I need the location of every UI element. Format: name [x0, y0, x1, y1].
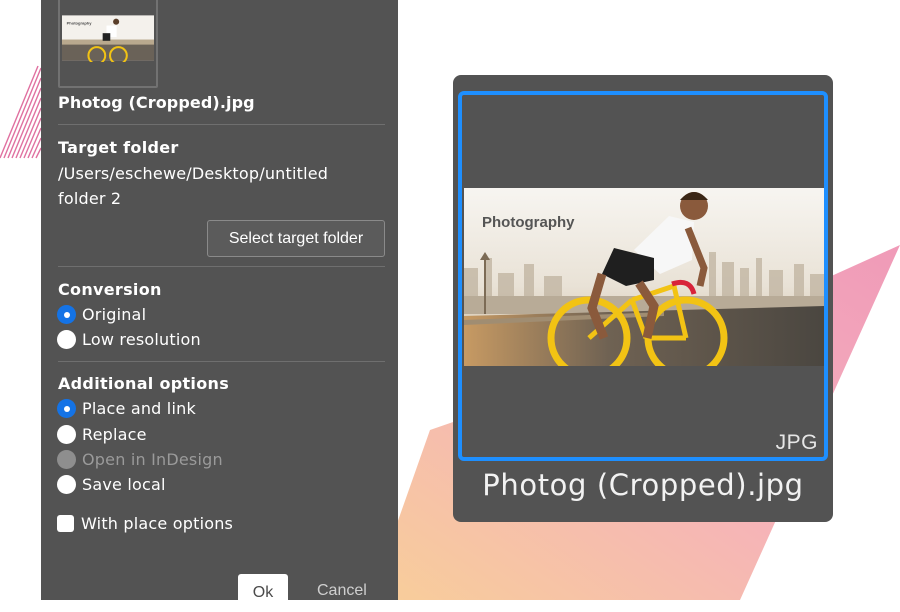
with-place-options-checkbox[interactable]: With place options — [57, 514, 233, 533]
divider — [58, 266, 385, 267]
conversion-option-original[interactable]: Original — [57, 305, 146, 324]
additional-option-replace[interactable]: Replace — [57, 425, 147, 444]
radio-selected-icon[interactable] — [57, 305, 76, 324]
select-target-folder-button[interactable]: Select target folder — [207, 220, 385, 257]
radio-unselected-icon[interactable] — [57, 425, 76, 444]
preview-photo: Photography — [464, 188, 824, 366]
conversion-option-low-resolution[interactable]: Low resolution — [57, 330, 201, 349]
target-folder-path-line: folder 2 — [58, 189, 122, 208]
target-folder-path-line: /Users/eschewe/Desktop/untitled — [58, 164, 329, 183]
additional-option-place-and-link[interactable]: Place and link — [57, 399, 196, 418]
cancel-button[interactable]: Cancel — [317, 582, 367, 600]
preview-file-name: Photog (Cropped).jpg — [482, 468, 804, 502]
radio-unselected-icon[interactable] — [57, 330, 76, 349]
ok-button[interactable]: Ok — [238, 574, 288, 608]
option-label: Save local — [82, 475, 166, 494]
checkbox-icon[interactable] — [57, 515, 74, 532]
option-label: Low resolution — [82, 330, 201, 349]
divider — [58, 361, 385, 362]
file-thumbnail[interactable]: Photography — [58, 0, 158, 88]
radio-unselected-icon[interactable] — [57, 475, 76, 494]
target-folder-path: /Users/eschewe/Desktop/untitled folder 2 — [58, 161, 358, 211]
target-folder-heading: Target folder — [58, 138, 179, 157]
option-label: Place and link — [82, 399, 196, 418]
file-name: Photog (Cropped).jpg — [58, 93, 255, 112]
file-type-badge: JPG — [775, 431, 818, 454]
options-panel: Photography Photog (Cropped).jpg Target … — [41, 0, 398, 608]
file-preview-card[interactable]: Photography JPG Photog (Cropped).jpg — [453, 75, 833, 522]
radio-selected-icon[interactable] — [57, 399, 76, 418]
preview-image-text: Photography — [482, 214, 575, 231]
additional-options-heading: Additional options — [58, 374, 230, 393]
thumbnail-photo: Photography — [62, 15, 154, 62]
thumbnail-image-text: Photography — [67, 21, 93, 26]
option-label: Replace — [82, 425, 147, 444]
additional-option-save-local[interactable]: Save local — [57, 475, 166, 494]
preview-image-frame[interactable]: Photography JPG — [458, 91, 828, 461]
option-label: Open in InDesign — [82, 450, 223, 469]
option-label: Original — [82, 305, 147, 324]
radio-disabled-icon — [57, 450, 76, 469]
additional-option-open-in-indesign: Open in InDesign — [57, 450, 223, 469]
conversion-heading: Conversion — [58, 280, 162, 299]
divider — [58, 124, 385, 125]
checkbox-label: With place options — [81, 514, 234, 533]
